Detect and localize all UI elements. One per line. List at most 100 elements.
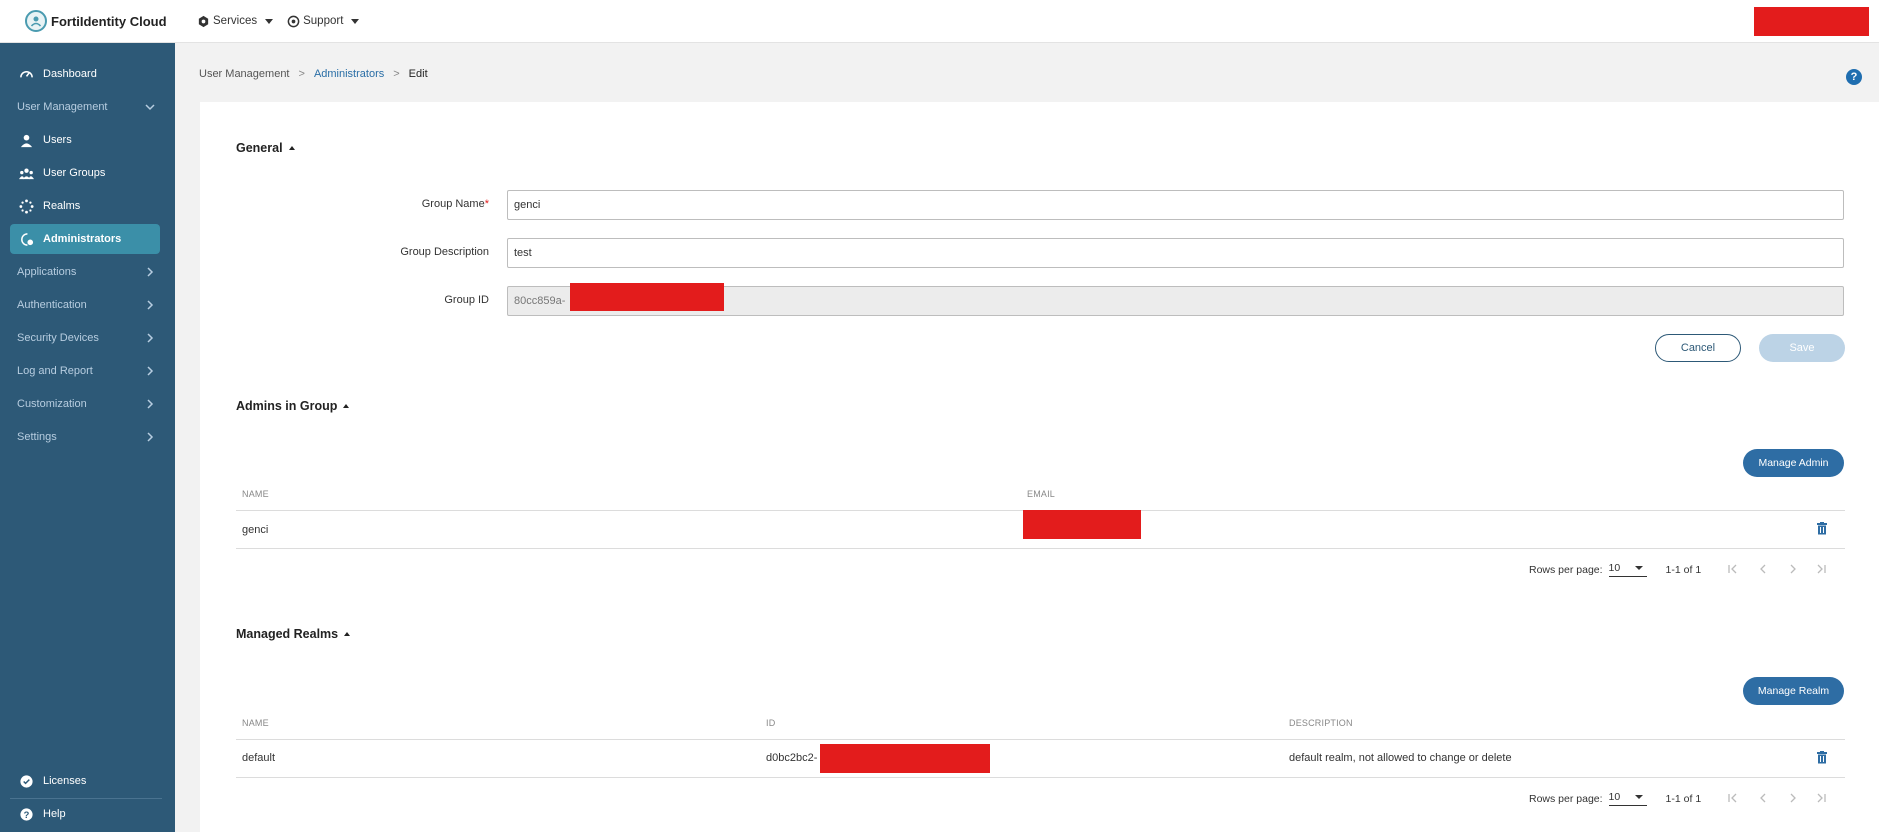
gauge-icon xyxy=(18,66,34,82)
sidebar-item-realms[interactable]: Realms xyxy=(10,191,160,221)
rows-per-page-label: Rows per page: xyxy=(1529,563,1603,576)
group-description-input[interactable] xyxy=(507,238,1844,268)
group-description-label: Group Description xyxy=(400,246,489,258)
breadcrumb-parent-link[interactable]: Administrators xyxy=(314,68,384,80)
fortiidentity-logo-icon xyxy=(25,10,47,32)
breadcrumb-current: Edit xyxy=(408,68,428,80)
support-menu[interactable]: Support xyxy=(287,15,360,28)
chevron-right-icon xyxy=(144,365,156,380)
section-title: General xyxy=(236,141,283,155)
manage-realm-button[interactable]: Manage Realm xyxy=(1743,677,1844,705)
section-title: Managed Realms xyxy=(236,627,339,641)
pagination-range: 1-1 of 1 xyxy=(1665,563,1702,576)
redacted-realm-id xyxy=(820,744,990,773)
column-header-description[interactable]: DESCRIPTION xyxy=(1289,718,1353,728)
top-menu: Services Support xyxy=(197,15,373,28)
sidebar-group-label: Authentication xyxy=(17,299,87,311)
table-divider xyxy=(236,548,1845,549)
sidebar-item-licenses[interactable]: Licenses xyxy=(10,766,160,796)
section-title: Admins in Group xyxy=(236,399,338,413)
sidebar-item-users[interactable]: Users xyxy=(10,125,160,155)
sidebar-group-user-management[interactable]: User Management xyxy=(10,92,160,122)
sidebar-group-label: Log and Report xyxy=(17,365,93,377)
sidebar-item-label: User Groups xyxy=(43,167,106,179)
sidebar-item-dashboard[interactable]: Dashboard xyxy=(10,59,160,89)
column-header-name[interactable]: NAME xyxy=(242,489,269,499)
column-header-email[interactable]: EMAIL xyxy=(1027,489,1055,499)
admin-name-cell: genci xyxy=(242,524,269,536)
breadcrumb-root[interactable]: User Management xyxy=(199,68,290,80)
services-menu[interactable]: Services xyxy=(197,15,274,28)
sidebar-item-user-groups[interactable]: User Groups xyxy=(10,158,160,188)
chevron-down-icon xyxy=(144,101,156,116)
support-label: Support xyxy=(303,15,344,27)
section-general-toggle[interactable]: General xyxy=(236,141,295,155)
services-icon xyxy=(198,15,209,27)
group-id-label: Group ID xyxy=(444,294,489,306)
help-icon[interactable]: ? xyxy=(1846,69,1862,85)
column-header-id[interactable]: ID xyxy=(766,718,775,728)
chevron-right-icon xyxy=(144,299,156,314)
sidebar-item-label: Administrators xyxy=(43,233,122,245)
section-admins-toggle[interactable]: Admins in Group xyxy=(236,399,350,413)
manage-admin-button[interactable]: Manage Admin xyxy=(1743,449,1844,477)
admin-icon xyxy=(18,231,34,247)
user-icon xyxy=(18,132,34,148)
sidebar-group-settings[interactable]: Settings xyxy=(10,422,160,452)
chevron-right-icon xyxy=(144,266,156,281)
sidebar: Dashboard User Management Users User Gro… xyxy=(0,43,175,832)
brand[interactable]: FortiIdentity Cloud xyxy=(25,10,195,32)
sidebar-group-customization[interactable]: Customization xyxy=(10,389,160,419)
sidebar-group-security-devices[interactable]: Security Devices xyxy=(10,323,160,353)
cancel-button[interactable]: Cancel xyxy=(1655,334,1741,362)
admins-pagination: Rows per page: 10 1-1 of 1 xyxy=(1529,562,1701,577)
license-badge-icon xyxy=(18,773,34,789)
sidebar-item-help[interactable]: ? Help xyxy=(10,799,160,829)
dropdown-caret-icon xyxy=(1634,795,1643,799)
sidebar-item-administrators[interactable]: Administrators xyxy=(10,224,160,254)
section-realms-toggle[interactable]: Managed Realms xyxy=(236,627,351,641)
last-page-icon[interactable] xyxy=(1814,562,1828,576)
prev-page-icon[interactable] xyxy=(1756,562,1770,576)
sidebar-group-log-and-report[interactable]: Log and Report xyxy=(10,356,160,386)
chevron-right-icon xyxy=(144,431,156,446)
required-mark: * xyxy=(484,198,489,210)
breadcrumb: User Management > Administrators > Edit xyxy=(199,68,437,80)
pagination-range: 1-1 of 1 xyxy=(1665,792,1702,805)
column-header-name[interactable]: NAME xyxy=(242,718,269,728)
sidebar-group-authentication[interactable]: Authentication xyxy=(10,290,160,320)
user-group-icon xyxy=(18,165,34,181)
top-bar: FortiIdentity Cloud Services Support xyxy=(0,0,1879,43)
realms-pagination: Rows per page: 10 1-1 of 1 xyxy=(1529,791,1701,806)
group-name-label: Group Name* xyxy=(421,198,489,210)
redacted-admin-email xyxy=(1023,510,1141,539)
prev-page-icon[interactable] xyxy=(1756,791,1770,805)
sidebar-group-applications[interactable]: Applications xyxy=(10,257,160,287)
save-button[interactable]: Save xyxy=(1759,334,1845,362)
caret-up-icon xyxy=(344,632,351,636)
delete-realm-icon[interactable] xyxy=(1816,751,1828,764)
delete-admin-icon[interactable] xyxy=(1816,522,1828,535)
svg-text:?: ? xyxy=(23,809,29,819)
group-id-value: 80cc859a- xyxy=(514,295,566,307)
next-page-icon[interactable] xyxy=(1786,562,1800,576)
rows-per-page-label: Rows per page: xyxy=(1529,792,1603,805)
sidebar-item-label: Help xyxy=(43,808,66,820)
group-name-input[interactable] xyxy=(507,190,1844,220)
first-page-icon[interactable] xyxy=(1726,562,1740,576)
sidebar-group-label: Applications xyxy=(17,266,77,278)
chevron-right-icon xyxy=(144,398,156,413)
support-caret-icon xyxy=(351,18,360,24)
last-page-icon[interactable] xyxy=(1814,791,1828,805)
services-label: Services xyxy=(213,15,258,27)
sidebar-item-label: Users xyxy=(43,134,72,146)
realm-description-cell: default realm, not allowed to change or … xyxy=(1289,752,1512,764)
rows-per-page-select[interactable]: 10 xyxy=(1608,791,1647,806)
rows-per-page-select[interactable]: 10 xyxy=(1608,562,1647,577)
caret-up-icon xyxy=(343,404,350,408)
realm-id-cell: d0bc2bc2- xyxy=(766,752,818,764)
first-page-icon[interactable] xyxy=(1726,791,1740,805)
next-page-icon[interactable] xyxy=(1786,791,1800,805)
table-divider xyxy=(236,777,1845,778)
sidebar-group-label: Customization xyxy=(17,398,87,410)
